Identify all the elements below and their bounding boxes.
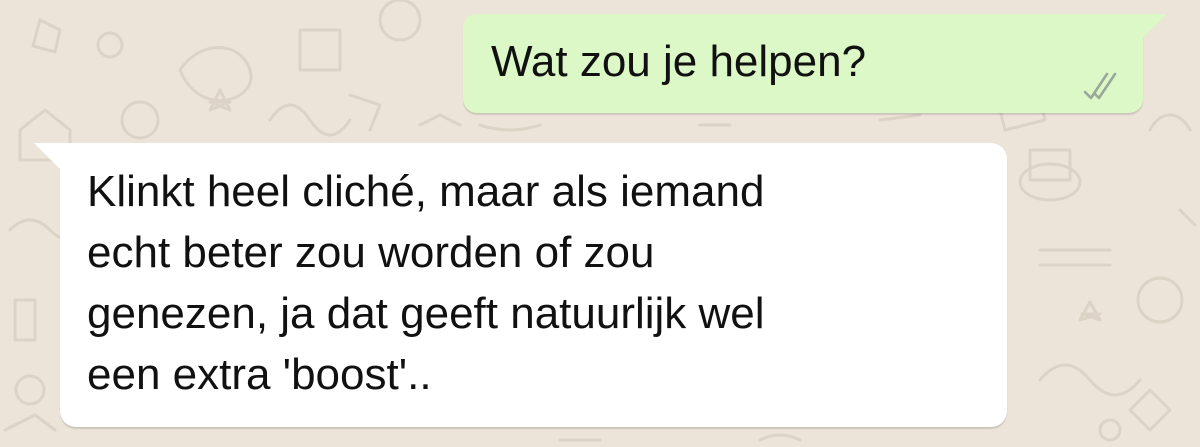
message-line: Klinkt heel cliché, maar als iemand xyxy=(87,167,765,216)
outgoing-message-text: Wat zou je helpen? xyxy=(491,37,867,86)
incoming-message-bubble[interactable]: Klinkt heel cliché, maar als iemand echt… xyxy=(34,143,1007,427)
incoming-message-text: Klinkt heel cliché, maar als iemand echt… xyxy=(87,161,765,405)
message-line: echt beter zou worden of zou xyxy=(87,228,655,277)
chat-background: Wat zou je helpen? Klinkt heel cliché, m… xyxy=(0,0,1200,447)
message-line: een extra 'boost'.. xyxy=(87,350,432,399)
double-check-icon xyxy=(1083,72,1117,100)
bubble-tail xyxy=(1141,14,1167,40)
outgoing-message-bubble[interactable]: Wat zou je helpen? xyxy=(463,14,1167,113)
message-line: genezen, ja dat geeft natuurlijk wel xyxy=(87,289,765,338)
bubble-tail xyxy=(34,143,62,171)
